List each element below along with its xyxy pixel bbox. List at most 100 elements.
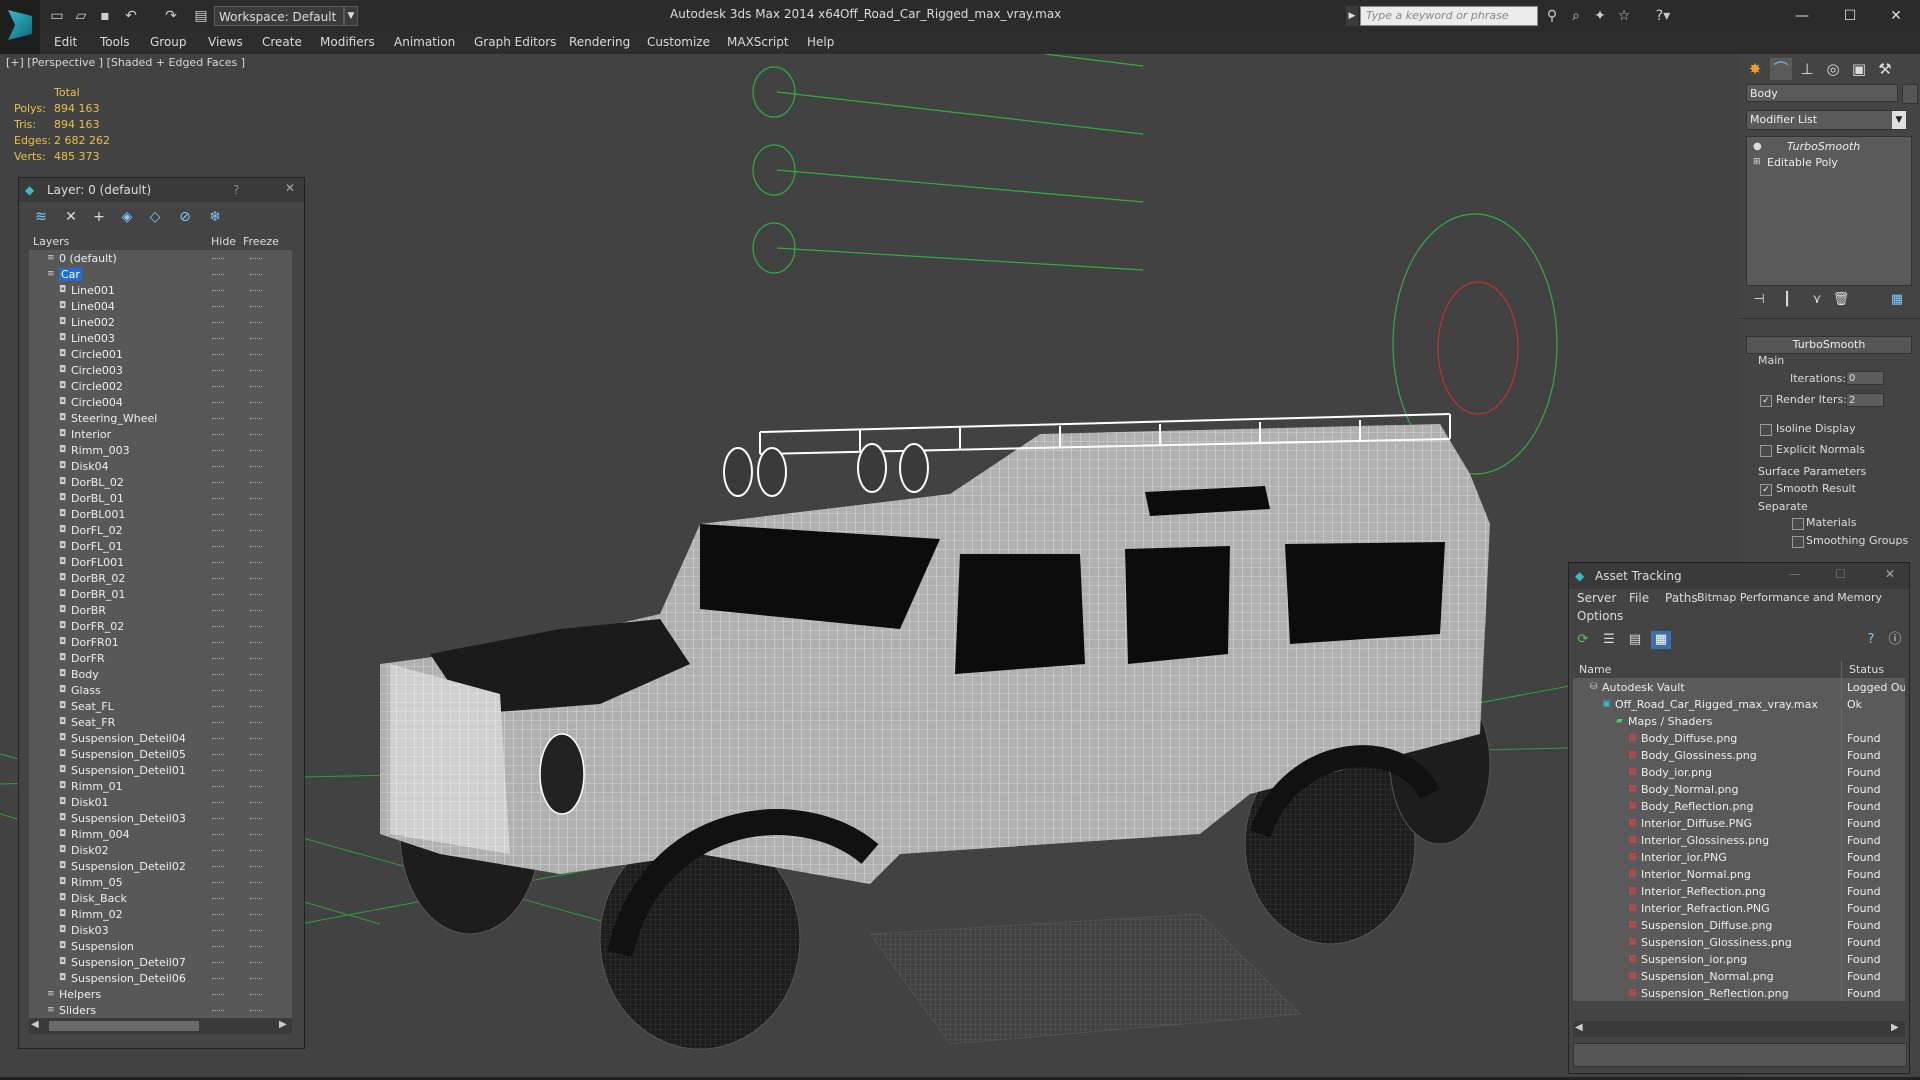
freeze-toggle[interactable] bbox=[250, 962, 262, 965]
freeze-toggle[interactable] bbox=[250, 642, 262, 645]
freeze-toggle[interactable] bbox=[250, 658, 262, 661]
hide-toggle[interactable] bbox=[212, 946, 224, 949]
chevron-right-icon[interactable]: ▶ bbox=[1346, 6, 1358, 26]
hide-toggle[interactable] bbox=[212, 802, 224, 805]
asset-row[interactable]: ▦ Suspension_Reflection.png Found bbox=[1573, 985, 1905, 1001]
hide-toggle[interactable] bbox=[212, 674, 224, 677]
layer-row-label[interactable]: Rimm_003 bbox=[71, 444, 130, 457]
freeze-toggle[interactable] bbox=[250, 802, 262, 805]
close-icon[interactable]: ✕ bbox=[1885, 567, 1895, 581]
configure-sets-icon[interactable]: ▦ bbox=[1886, 290, 1908, 310]
menu-help[interactable]: Help bbox=[807, 35, 834, 49]
chevron-right-icon[interactable]: ▶ bbox=[279, 1019, 287, 1030]
expand-icon[interactable]: ⊞ bbox=[1753, 157, 1761, 167]
hide-toggle[interactable] bbox=[212, 738, 224, 741]
hide-all-icon[interactable]: ⊘ bbox=[175, 208, 195, 226]
freeze-toggle[interactable] bbox=[250, 738, 262, 741]
layer-row-label[interactable]: Circle004 bbox=[71, 396, 123, 409]
isoline-checkbox[interactable] bbox=[1760, 424, 1772, 436]
hide-toggle[interactable] bbox=[212, 834, 224, 837]
hide-toggle[interactable] bbox=[212, 770, 224, 773]
asset-row[interactable]: ▦ Interior_Reflection.png Found bbox=[1573, 883, 1905, 900]
layer-row[interactable]: ≡ Helpers bbox=[29, 987, 292, 1003]
layer-row-label[interactable]: Glass bbox=[71, 684, 101, 697]
layer-row-label[interactable]: DorBL_01 bbox=[71, 492, 124, 505]
utilities-tab-icon[interactable]: ⚒ bbox=[1874, 58, 1896, 80]
layer-row[interactable]: ◘ Circle001 bbox=[29, 347, 292, 363]
hide-toggle[interactable] bbox=[212, 962, 224, 965]
layer-row-label[interactable]: Helpers bbox=[59, 988, 101, 1001]
asset-table[interactable]: Name Status ⛁ Autodesk Vault Logged Ou ▣ Off… bbox=[1573, 661, 1905, 1001]
layer-row-label[interactable]: Suspension_Deteil01 bbox=[71, 764, 186, 777]
undo-icon[interactable]: ↶ bbox=[122, 7, 140, 25]
layer-row-label[interactable]: Rimm_01 bbox=[71, 780, 123, 793]
layer-row-label[interactable]: Suspension bbox=[71, 940, 134, 953]
freeze-toggle[interactable] bbox=[250, 898, 262, 901]
freeze-toggle[interactable] bbox=[250, 786, 262, 789]
layer-row[interactable]: ◘ Line002 bbox=[29, 315, 292, 331]
info-icon[interactable]: ⓘ bbox=[1885, 631, 1905, 649]
layer-row-label[interactable]: Disk04 bbox=[71, 460, 109, 473]
horizontal-scrollbar[interactable]: ◀ ▶ bbox=[29, 1018, 292, 1034]
hide-toggle[interactable] bbox=[212, 466, 224, 469]
new-file-icon[interactable]: ▭ bbox=[48, 7, 66, 25]
help-button[interactable]: ? bbox=[233, 183, 239, 197]
menu-group[interactable]: Group bbox=[150, 35, 187, 49]
layer-row[interactable]: ◘ Suspension_Deteil02 bbox=[29, 859, 292, 875]
project-folder-icon[interactable]: ▤ bbox=[192, 7, 210, 25]
iterations-spinner[interactable]: 0 bbox=[1846, 371, 1884, 385]
layer-row[interactable]: ◘ Disk_Back bbox=[29, 891, 292, 907]
hide-toggle[interactable] bbox=[212, 514, 224, 517]
freeze-toggle[interactable] bbox=[250, 610, 262, 613]
asset-row[interactable]: ▦ Interior_ior.PNG Found bbox=[1573, 849, 1905, 866]
layer-row-label[interactable]: Suspension_Deteil03 bbox=[71, 812, 186, 825]
column-name[interactable]: Name bbox=[1579, 663, 1611, 676]
layer-row-label[interactable]: Car bbox=[59, 268, 82, 281]
freeze-toggle[interactable] bbox=[250, 386, 262, 389]
hide-toggle[interactable] bbox=[212, 722, 224, 725]
layer-row[interactable]: ◘ Circle002 bbox=[29, 379, 292, 395]
hide-toggle[interactable] bbox=[212, 434, 224, 437]
layer-row-label[interactable]: Sliders bbox=[59, 1004, 96, 1017]
materials-checkbox[interactable] bbox=[1792, 518, 1804, 530]
binoculars-icon[interactable]: ⚲ bbox=[1542, 7, 1562, 25]
layer-row-label[interactable]: DorBL_02 bbox=[71, 476, 124, 489]
freeze-toggle[interactable] bbox=[250, 706, 262, 709]
menu-create[interactable]: Create bbox=[262, 35, 302, 49]
layer-row[interactable]: ≡ Sliders bbox=[29, 1003, 292, 1019]
asset-row[interactable]: ▦ Suspension_Diffuse.png Found bbox=[1573, 917, 1905, 934]
layer-row-label[interactable]: Suspension_Deteil04 bbox=[71, 732, 186, 745]
freeze-toggle[interactable] bbox=[250, 978, 262, 981]
layer-row[interactable]: ◘ Rimm_003 bbox=[29, 443, 292, 459]
layer-row[interactable]: ◘ Suspension_Deteil01 bbox=[29, 763, 292, 779]
app-menu-button[interactable] bbox=[0, 0, 40, 60]
freeze-toggle[interactable] bbox=[250, 994, 262, 997]
hide-toggle[interactable] bbox=[212, 594, 224, 597]
hide-toggle[interactable] bbox=[212, 642, 224, 645]
column-layers[interactable]: Layers bbox=[33, 235, 69, 248]
close-icon[interactable]: ✕ bbox=[285, 181, 295, 195]
freeze-toggle[interactable] bbox=[250, 626, 262, 629]
asset-row[interactable]: ▦ Suspension_Glossiness.png Found bbox=[1573, 934, 1905, 951]
highlight-layer-icon[interactable]: ◇ bbox=[145, 208, 165, 226]
create-tab-icon[interactable]: ✸ bbox=[1744, 58, 1766, 80]
freeze-toggle[interactable] bbox=[250, 530, 262, 533]
asset-row[interactable]: ▦ Body_Glossiness.png Found bbox=[1573, 747, 1905, 764]
hide-toggle[interactable] bbox=[212, 338, 224, 341]
search-icon[interactable]: ⌕ bbox=[1566, 7, 1586, 25]
freeze-toggle[interactable] bbox=[250, 594, 262, 597]
freeze-toggle[interactable] bbox=[250, 914, 262, 917]
layer-row[interactable]: ◘ Circle003 bbox=[29, 363, 292, 379]
layer-row[interactable]: ◘ DorFL001 bbox=[29, 555, 292, 571]
layer-row-label[interactable]: Line001 bbox=[71, 284, 115, 297]
layer-row-label[interactable]: Suspension_Deteil05 bbox=[71, 748, 186, 761]
list-view-icon[interactable]: ☰ bbox=[1599, 631, 1619, 649]
layer-row[interactable]: ◘ Line004 bbox=[29, 299, 292, 315]
asset-row[interactable]: ▰ Maps / Shaders bbox=[1573, 713, 1905, 730]
layer-row[interactable]: ◘ DorBR_01 bbox=[29, 587, 292, 603]
layer-row-label[interactable]: Seat_FL bbox=[71, 700, 114, 713]
hide-toggle[interactable] bbox=[212, 626, 224, 629]
layer-row-label[interactable]: DorBR_02 bbox=[71, 572, 125, 585]
menu-server[interactable]: Server bbox=[1577, 591, 1616, 605]
freeze-toggle[interactable] bbox=[250, 818, 262, 821]
